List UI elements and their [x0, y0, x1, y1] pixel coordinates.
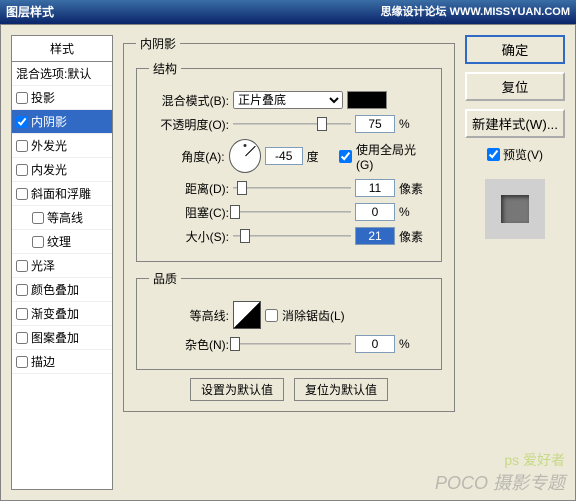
- blend-options[interactable]: 混合选项:默认: [12, 62, 112, 86]
- style-item-0[interactable]: 投影: [12, 86, 112, 110]
- style-item-2[interactable]: 外发光: [12, 134, 112, 158]
- style-label: 等高线: [47, 209, 83, 226]
- make-default-button[interactable]: 设置为默认值: [190, 378, 284, 401]
- opacity-slider[interactable]: [233, 115, 351, 133]
- style-item-11[interactable]: 描边: [12, 350, 112, 374]
- style-item-4[interactable]: 斜面和浮雕: [12, 182, 112, 206]
- noise-label: 杂色(N):: [149, 336, 229, 353]
- inner-shadow-fieldset: 内阴影 结构 混合模式(B): 正片叠底 不透明度(O): 75 % 角度(A)…: [123, 35, 455, 412]
- style-checkbox[interactable]: [16, 140, 28, 152]
- distance-label: 距离(D):: [149, 180, 229, 197]
- style-checkbox[interactable]: [16, 260, 28, 272]
- style-item-5[interactable]: 等高线: [12, 206, 112, 230]
- choke-slider[interactable]: [233, 203, 351, 221]
- global-light-checkbox[interactable]: [339, 150, 352, 163]
- style-item-7[interactable]: 光泽: [12, 254, 112, 278]
- style-item-1[interactable]: 内阴影: [12, 110, 112, 134]
- style-label: 投影: [31, 89, 55, 106]
- style-checkbox[interactable]: [16, 284, 28, 296]
- preview-checkbox[interactable]: [487, 148, 500, 161]
- title-bar: 图层样式 思缘设计论坛 WWW.MISSYUAN.COM: [0, 0, 576, 24]
- size-value[interactable]: 21: [355, 227, 395, 245]
- style-checkbox[interactable]: [16, 356, 28, 368]
- style-label: 光泽: [31, 257, 55, 274]
- contour-picker[interactable]: [233, 301, 261, 329]
- style-checkbox[interactable]: [32, 236, 44, 248]
- style-checkbox[interactable]: [16, 164, 28, 176]
- opacity-value[interactable]: 75: [355, 115, 395, 133]
- quality-fieldset: 品质 等高线: 消除锯齿(L) 杂色(N): 0 %: [136, 270, 442, 370]
- angle-value[interactable]: -45: [265, 147, 303, 165]
- preview-label: 预览(V): [503, 146, 543, 163]
- style-item-10[interactable]: 图案叠加: [12, 326, 112, 350]
- style-label: 纹理: [47, 233, 71, 250]
- reset-default-button[interactable]: 复位为默认值: [294, 378, 388, 401]
- noise-slider[interactable]: [233, 335, 351, 353]
- panel-title: 内阴影: [136, 35, 180, 52]
- style-checkbox[interactable]: [16, 308, 28, 320]
- style-item-8[interactable]: 颜色叠加: [12, 278, 112, 302]
- style-checkbox[interactable]: [16, 116, 28, 128]
- main-panel: 样式 混合选项:默认 投影内阴影外发光内发光斜面和浮雕等高线纹理光泽颜色叠加渐变…: [0, 24, 576, 501]
- style-checkbox[interactable]: [32, 212, 44, 224]
- style-item-3[interactable]: 内发光: [12, 158, 112, 182]
- style-checkbox[interactable]: [16, 188, 28, 200]
- choke-label: 阻塞(C):: [149, 204, 229, 221]
- global-light-label: 使用全局光(G): [356, 141, 429, 172]
- style-label: 外发光: [31, 137, 67, 154]
- right-panel: 确定 复位 新建样式(W)... 预览(V): [465, 35, 565, 490]
- contour-label: 等高线:: [149, 307, 229, 324]
- style-item-9[interactable]: 渐变叠加: [12, 302, 112, 326]
- style-label: 内阴影: [31, 113, 67, 130]
- structure-fieldset: 结构 混合模式(B): 正片叠底 不透明度(O): 75 % 角度(A): -4…: [136, 60, 442, 262]
- distance-value[interactable]: 11: [355, 179, 395, 197]
- angle-label: 角度(A):: [149, 148, 225, 165]
- shadow-color-swatch[interactable]: [347, 91, 387, 109]
- opacity-label: 不透明度(O):: [149, 116, 229, 133]
- size-slider[interactable]: [233, 227, 351, 245]
- style-checkbox[interactable]: [16, 332, 28, 344]
- style-label: 斜面和浮雕: [31, 185, 91, 202]
- style-label: 渐变叠加: [31, 305, 79, 322]
- title-right: 思缘设计论坛 WWW.MISSYUAN.COM: [381, 0, 570, 24]
- style-label: 内发光: [31, 161, 67, 178]
- choke-value[interactable]: 0: [355, 203, 395, 221]
- style-label: 图案叠加: [31, 329, 79, 346]
- antialias-checkbox[interactable]: [265, 309, 278, 322]
- size-label: 大小(S):: [149, 228, 229, 245]
- styles-list: 样式 混合选项:默认 投影内阴影外发光内发光斜面和浮雕等高线纹理光泽颜色叠加渐变…: [11, 35, 113, 490]
- settings-panel: 内阴影 结构 混合模式(B): 正片叠底 不透明度(O): 75 % 角度(A)…: [123, 35, 455, 490]
- style-label: 描边: [31, 353, 55, 370]
- preview-inner: [501, 195, 529, 223]
- new-style-button[interactable]: 新建样式(W)...: [465, 109, 565, 138]
- noise-value[interactable]: 0: [355, 335, 395, 353]
- style-checkbox[interactable]: [16, 92, 28, 104]
- style-item-6[interactable]: 纹理: [12, 230, 112, 254]
- distance-slider[interactable]: [233, 179, 351, 197]
- ok-button[interactable]: 确定: [465, 35, 565, 64]
- style-label: 颜色叠加: [31, 281, 79, 298]
- title: 图层样式: [6, 0, 54, 24]
- reset-button[interactable]: 复位: [465, 72, 565, 101]
- antialias-label: 消除锯齿(L): [282, 307, 345, 324]
- styles-header: 样式: [12, 36, 112, 62]
- blend-mode-label: 混合模式(B):: [149, 92, 229, 109]
- blend-mode-select[interactable]: 正片叠底: [233, 91, 343, 109]
- angle-dial[interactable]: [229, 139, 261, 173]
- preview-swatch: [485, 179, 545, 239]
